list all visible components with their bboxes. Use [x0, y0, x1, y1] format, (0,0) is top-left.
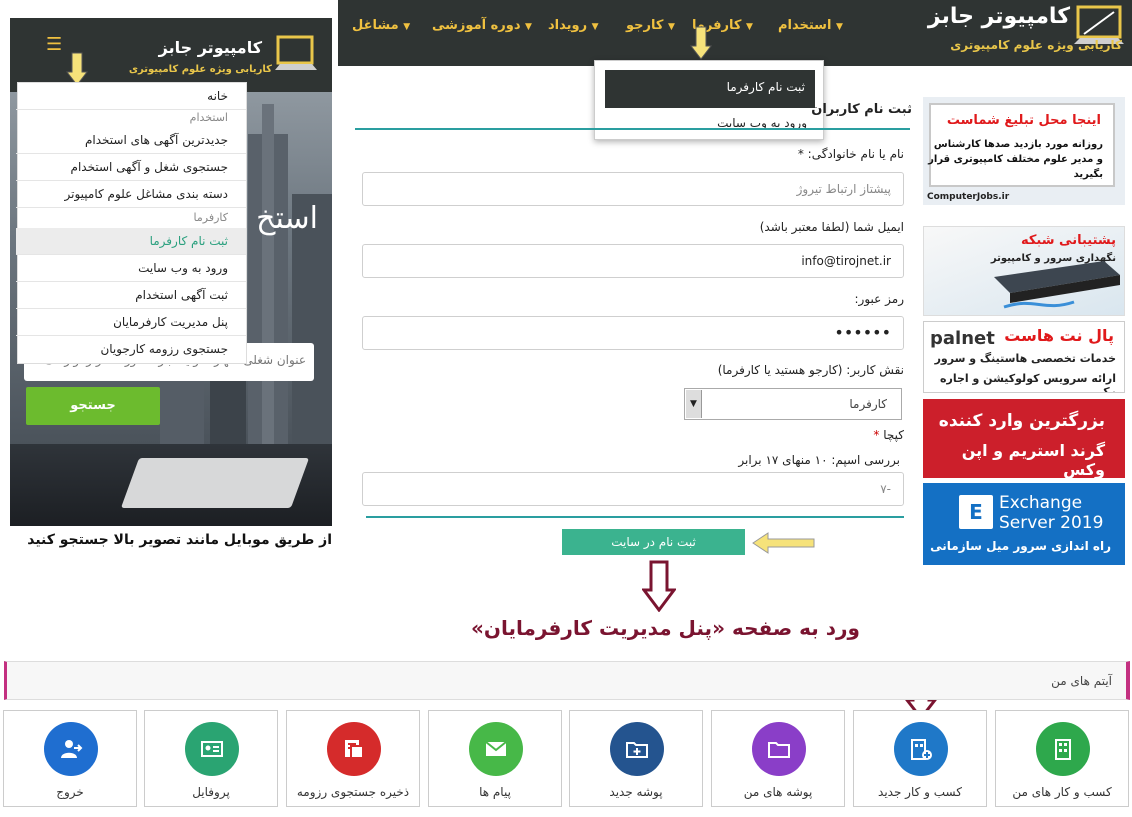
- arrow-down-icon: [66, 52, 88, 86]
- submit-divider: [366, 516, 904, 518]
- name-input[interactable]: پیشتاز ارتباط تیروژ: [362, 172, 904, 206]
- exchange-icon: E: [959, 495, 993, 529]
- top-navbar: کامپیوتر جابز کاریابی ویژه علوم کامپیوتر…: [338, 0, 1132, 66]
- mobile-menu-item-employer-panel[interactable]: پنل مدیریت کارفرمایان: [16, 309, 246, 336]
- ad-banner-exchange[interactable]: E Exchange Server 2019 راه اندازی سرور م…: [923, 483, 1125, 565]
- captcha-question: بررسی اسپم: ۱۰ منهای ۱۷ برابر: [738, 453, 900, 467]
- ad-banner-advertise-here[interactable]: اینجا محل تبلیغ شماست روزانه مورد بازدید…: [923, 97, 1125, 205]
- logout-icon: [44, 722, 98, 776]
- laptop-image: [120, 458, 310, 508]
- tile-logout[interactable]: خروج: [3, 710, 137, 807]
- email-input[interactable]: info@tirojnet.ir: [362, 244, 904, 278]
- tile-new-folder[interactable]: پوشه جدید: [569, 710, 703, 807]
- captcha-input[interactable]: -۷: [362, 472, 904, 506]
- logo-subtitle: کاریابی ویژه علوم کامپیوتری: [950, 38, 1122, 52]
- logo-title: کامپیوتر جابز: [927, 4, 1070, 29]
- role-label: نقش کاربر: (کارجو هستید یا کارفرما): [717, 363, 904, 377]
- ad-banner-palnet[interactable]: palnet پال نت هاست خدمات تخصصی هاستینگ و…: [923, 321, 1125, 393]
- mobile-menu-item-home[interactable]: خانه: [16, 83, 246, 110]
- chevron-down-icon: ▼: [525, 22, 532, 32]
- mobile-menu-group-employment: استخدام: [189, 111, 228, 124]
- form-divider: [355, 128, 910, 130]
- folder-add-icon: [610, 722, 664, 776]
- envelope-icon: [469, 722, 523, 776]
- register-submit-button[interactable]: ثبت نام در سایت: [562, 529, 745, 555]
- mobile-menu-item-post-job[interactable]: ثبت آگهی استخدام: [16, 282, 246, 309]
- building-icon: [1036, 722, 1090, 776]
- laptop-logo-icon: [275, 35, 317, 70]
- dropdown-item-employer-register[interactable]: ثبت نام کارفرما: [605, 70, 815, 108]
- site-logo[interactable]: کامپیوتر جابز کاریابی ویژه علوم کامپیوتر…: [882, 0, 1132, 58]
- tile-messages[interactable]: پیام ها: [428, 710, 562, 807]
- tile-profile[interactable]: پروفایل: [144, 710, 278, 807]
- form-title: ثبت نام کاربران: [811, 102, 912, 117]
- mobile-menu-item-employer-register[interactable]: ثبت نام کارفرما: [16, 228, 246, 255]
- chevron-down-icon: ▼: [667, 22, 675, 32]
- password-label: رمز عبور:: [854, 292, 904, 306]
- mobile-header: ☰ کامپیوتر جابز کاریابی ویژه علوم کامپیو…: [10, 18, 332, 92]
- mobile-nav-menu: خانه استخدام جدیدترین آگهی های استخدام ج…: [16, 82, 247, 364]
- mobile-search-button[interactable]: جستجو: [26, 387, 160, 425]
- mobile-caption: از طریق موبایل مانند تصویر بالا جستجو کن…: [27, 532, 332, 548]
- arrow-left-icon: [752, 532, 815, 554]
- name-label: نام یا نام خانوادگی: *: [797, 147, 904, 161]
- arrow-down-icon: [642, 560, 676, 612]
- mobile-logo-title: کامپیوتر جابز: [158, 38, 262, 57]
- chevron-down-icon: ▼: [746, 22, 753, 32]
- building-add-icon: [894, 722, 948, 776]
- ad-banner-network-support[interactable]: پشتیبانی شبکه نگهداری سرور و کامپیوتر: [923, 226, 1125, 316]
- chevron-down-icon: ▼: [591, 22, 599, 32]
- network-switch-icon: [994, 261, 1120, 309]
- email-label: ایمیل شما (لطفا معتبر باشد): [759, 220, 904, 234]
- chevron-down-icon: ▼: [835, 22, 843, 32]
- chevron-down-icon: ▼: [403, 22, 411, 32]
- nav-event[interactable]: رویداد ▼: [548, 18, 603, 33]
- billboard: اینجا محل تبلیغ شماست روزانه مورد بازدید…: [928, 103, 1115, 187]
- mobile-menu-item-resume-search[interactable]: جستجوی رزومه کارجویان: [16, 336, 246, 363]
- mobile-menu-item-job-search[interactable]: جستجوی شغل و آگهی استخدام: [16, 154, 246, 181]
- role-select-value: کارفرما: [849, 397, 887, 411]
- role-select[interactable]: ▼ کارفرما: [684, 388, 902, 420]
- mobile-menu-item-job-categories[interactable]: دسته بندی مشاغل علوم کامپیوتر: [16, 181, 246, 208]
- nav-jobseeker[interactable]: کارجو ▼: [626, 18, 679, 33]
- tile-my-folders[interactable]: پوشه های من: [711, 710, 845, 807]
- mobile-menu-item-latest-jobs[interactable]: جدیدترین آگهی های استخدام: [16, 127, 246, 154]
- chevron-down-icon: ▼: [686, 390, 702, 418]
- nav-jobs[interactable]: مشاغل ▼: [352, 18, 414, 33]
- tile-my-businesses[interactable]: کسب و کار های من: [995, 710, 1129, 807]
- mobile-menu-group-employer: کارفرما: [193, 211, 228, 224]
- tile-new-business[interactable]: کسب و کار جدید: [853, 710, 987, 807]
- mobile-logo-subtitle: کاریابی ویژه علوم کامپیوتری: [128, 64, 272, 75]
- my-items-header: آیتم های من: [4, 661, 1130, 700]
- instruction-text: ورد به صفحه «پنل مدیریت کارفرمایان»: [470, 616, 860, 640]
- palnet-logo: palnet: [930, 328, 995, 349]
- password-input[interactable]: ••••••: [362, 316, 904, 350]
- tile-saved-resume-search[interactable]: ذخیره جستجوی رزومه: [286, 710, 420, 807]
- arrow-down-icon: [690, 26, 712, 60]
- nav-course[interactable]: دوره آموزشی ▼: [432, 18, 536, 33]
- folder-icon: [752, 722, 806, 776]
- save-search-icon: [327, 722, 381, 776]
- id-card-icon: [185, 722, 239, 776]
- captcha-label: کپچا *: [873, 428, 904, 442]
- nav-employment[interactable]: استخدام ▼: [778, 18, 847, 33]
- mobile-menu-item-login[interactable]: ورود به وب سایت: [16, 255, 246, 282]
- ad-banner-grandstream[interactable]: بزرگترین وارد کننده گرند استریم و اپن وک…: [923, 399, 1125, 478]
- hamburger-menu-icon[interactable]: ☰: [46, 34, 62, 55]
